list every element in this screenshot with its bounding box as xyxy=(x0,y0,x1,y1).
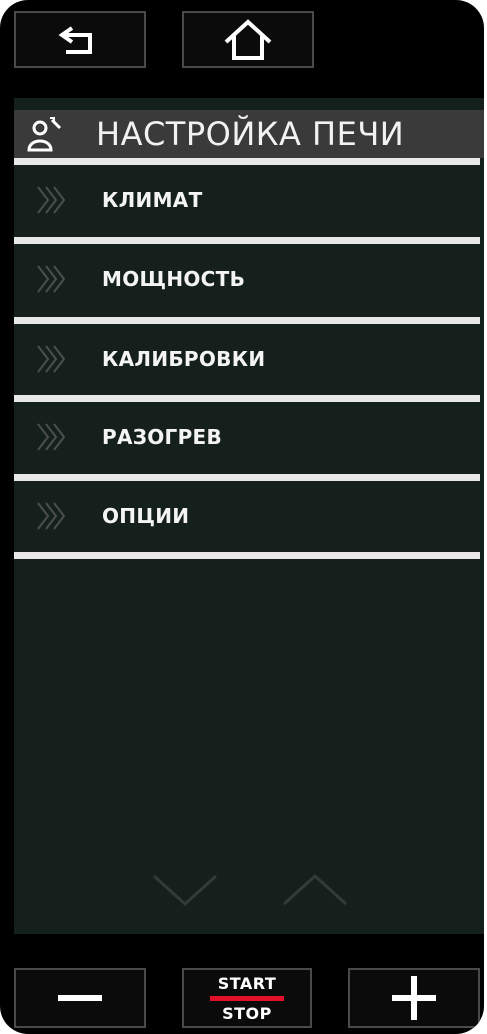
title-bar: НАСТРОЙКА ПЕЧИ xyxy=(14,110,484,158)
back-button[interactable] xyxy=(14,11,146,68)
start-stop-button[interactable]: START STOP xyxy=(182,968,312,1028)
plus-button[interactable] xyxy=(348,968,480,1028)
start-label: START xyxy=(217,973,277,993)
home-button[interactable] xyxy=(182,11,314,68)
separator xyxy=(14,317,480,324)
menu-item-power[interactable]: МОЩНОСТЬ xyxy=(14,245,480,313)
plus-icon xyxy=(392,976,436,1020)
menu-label: ОПЦИИ xyxy=(102,504,190,528)
menu-item-calibrations[interactable]: КАЛИБРОВКИ xyxy=(14,325,480,393)
chevron-down-icon[interactable] xyxy=(150,868,220,912)
screen: НАСТРОЙКА ПЕЧИ КЛИМАТ МОЩНОСТЬ КАЛИБРОВК… xyxy=(14,98,484,934)
separator xyxy=(14,237,480,244)
minus-icon xyxy=(58,995,102,1001)
home-icon xyxy=(224,18,272,60)
menu-label: МОЩНОСТЬ xyxy=(102,267,246,291)
stop-label: STOP xyxy=(222,1003,272,1023)
stop-indicator-bar xyxy=(210,995,284,1001)
triple-chevron-icon xyxy=(37,423,66,451)
minus-button[interactable] xyxy=(14,968,146,1028)
user-wrench-icon xyxy=(24,114,68,154)
page-title: НАСТРОЙКА ПЕЧИ xyxy=(96,115,405,153)
separator xyxy=(14,552,480,559)
menu-item-options[interactable]: ОПЦИИ xyxy=(14,482,480,550)
separator xyxy=(14,158,480,165)
triple-chevron-icon xyxy=(37,502,66,530)
oven-control-panel: НАСТРОЙКА ПЕЧИ КЛИМАТ МОЩНОСТЬ КАЛИБРОВК… xyxy=(0,0,484,1034)
menu-label: КАЛИБРОВКИ xyxy=(102,347,266,371)
separator xyxy=(14,395,480,402)
chevron-up-icon[interactable] xyxy=(280,868,350,912)
menu-item-climate[interactable]: КЛИМАТ xyxy=(14,166,480,234)
back-arrow-icon xyxy=(58,25,92,54)
menu-label: КЛИМАТ xyxy=(102,188,203,212)
triple-chevron-icon xyxy=(37,345,66,373)
triple-chevron-icon xyxy=(37,186,66,214)
triple-chevron-icon xyxy=(37,265,66,293)
separator xyxy=(14,474,480,481)
menu-item-preheat[interactable]: РАЗОГРЕВ xyxy=(14,403,480,471)
menu-label: РАЗОГРЕВ xyxy=(102,425,223,449)
